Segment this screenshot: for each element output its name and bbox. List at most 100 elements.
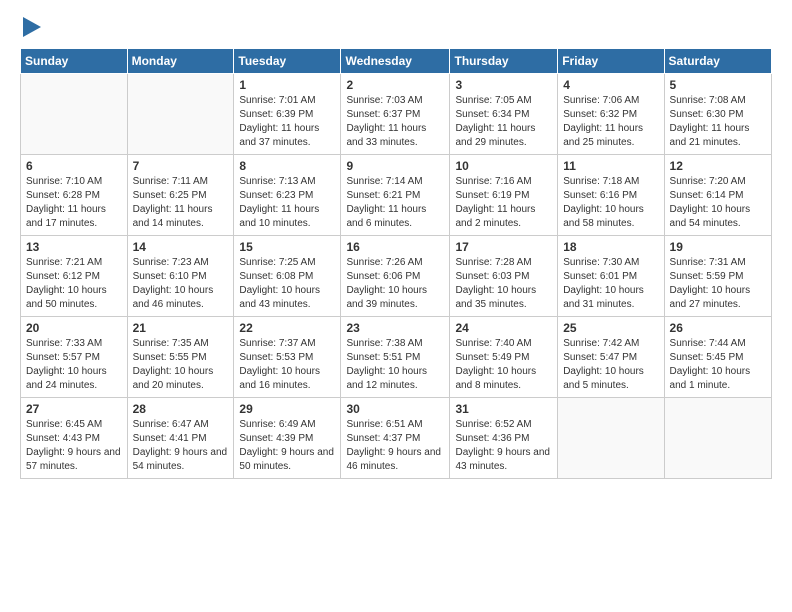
day-number: 20 bbox=[26, 321, 122, 335]
calendar-day-cell bbox=[664, 398, 771, 479]
day-number: 29 bbox=[239, 402, 335, 416]
calendar-day-header: Wednesday bbox=[341, 49, 450, 74]
day-info: Sunrise: 7:05 AM Sunset: 6:34 PM Dayligh… bbox=[455, 94, 552, 150]
logo bbox=[20, 18, 41, 42]
calendar-day-header: Monday bbox=[127, 49, 234, 74]
day-info: Sunrise: 7:20 AM Sunset: 6:14 PM Dayligh… bbox=[670, 175, 766, 231]
calendar-day-header: Tuesday bbox=[234, 49, 341, 74]
calendar-day-cell: 14 Sunrise: 7:23 AM Sunset: 6:10 PM Dayli… bbox=[127, 236, 234, 317]
calendar-day-cell: 17 Sunrise: 7:28 AM Sunset: 6:03 PM Dayli… bbox=[450, 236, 558, 317]
day-number: 10 bbox=[455, 159, 552, 173]
day-number: 7 bbox=[133, 159, 229, 173]
calendar-day-cell: 8 Sunrise: 7:13 AM Sunset: 6:23 PM Daylig… bbox=[234, 155, 341, 236]
day-info: Sunrise: 7:33 AM Sunset: 5:57 PM Dayligh… bbox=[26, 337, 122, 393]
calendar-day-cell: 22 Sunrise: 7:37 AM Sunset: 5:53 PM Dayli… bbox=[234, 317, 341, 398]
day-number: 9 bbox=[346, 159, 444, 173]
calendar-day-header: Saturday bbox=[664, 49, 771, 74]
day-info: Sunrise: 7:38 AM Sunset: 5:51 PM Dayligh… bbox=[346, 337, 444, 393]
calendar-table: SundayMondayTuesdayWednesdayThursdayFrid… bbox=[20, 48, 772, 479]
day-info: Sunrise: 7:14 AM Sunset: 6:21 PM Dayligh… bbox=[346, 175, 444, 231]
calendar-day-cell: 18Sunrise: 7:30 AM Sunset: 6:01 PM Dayli… bbox=[558, 236, 664, 317]
calendar-day-cell: 12Sunrise: 7:20 AM Sunset: 6:14 PM Dayli… bbox=[664, 155, 771, 236]
day-info: Sunrise: 7:08 AM Sunset: 6:30 PM Dayligh… bbox=[670, 94, 766, 150]
day-info: Sunrise: 7:01 AM Sunset: 6:39 PM Dayligh… bbox=[239, 94, 335, 150]
day-info: Sunrise: 7:40 AM Sunset: 5:49 PM Dayligh… bbox=[455, 337, 552, 393]
calendar-week-row: 1 Sunrise: 7:01 AM Sunset: 6:39 PM Daylig… bbox=[21, 74, 772, 155]
day-number: 5 bbox=[670, 78, 766, 92]
calendar-day-cell: 24 Sunrise: 7:40 AM Sunset: 5:49 PM Dayli… bbox=[450, 317, 558, 398]
day-number: 1 bbox=[239, 78, 335, 92]
calendar-day-header: Sunday bbox=[21, 49, 128, 74]
day-info: Sunrise: 7:23 AM Sunset: 6:10 PM Dayligh… bbox=[133, 256, 229, 312]
calendar-day-cell: 3Sunrise: 7:05 AM Sunset: 6:34 PM Daylig… bbox=[450, 74, 558, 155]
day-info: Sunrise: 7:16 AM Sunset: 6:19 PM Dayligh… bbox=[455, 175, 552, 231]
day-info: Sunrise: 7:10 AM Sunset: 6:28 PM Dayligh… bbox=[26, 175, 122, 231]
day-info: Sunrise: 7:30 AM Sunset: 6:01 PM Dayligh… bbox=[563, 256, 658, 312]
day-info: Sunrise: 7:06 AM Sunset: 6:32 PM Dayligh… bbox=[563, 94, 658, 150]
calendar-day-cell: 15 Sunrise: 7:25 AM Sunset: 6:08 PM Dayli… bbox=[234, 236, 341, 317]
calendar-day-header: Friday bbox=[558, 49, 664, 74]
day-number: 31 bbox=[455, 402, 552, 416]
calendar-day-cell: 19 Sunrise: 7:31 AM Sunset: 5:59 PM Dayli… bbox=[664, 236, 771, 317]
day-number: 24 bbox=[455, 321, 552, 335]
day-number: 25 bbox=[563, 321, 658, 335]
calendar-week-row: 27Sunrise: 6:45 AM Sunset: 4:43 PM Dayli… bbox=[21, 398, 772, 479]
day-info: Sunrise: 7:13 AM Sunset: 6:23 PM Dayligh… bbox=[239, 175, 335, 231]
calendar-week-row: 6Sunrise: 7:10 AM Sunset: 6:28 PM Daylig… bbox=[21, 155, 772, 236]
calendar-day-cell bbox=[127, 74, 234, 155]
day-number: 22 bbox=[239, 321, 335, 335]
day-info: Sunrise: 7:28 AM Sunset: 6:03 PM Dayligh… bbox=[455, 256, 552, 312]
calendar-day-cell: 16 Sunrise: 7:26 AM Sunset: 6:06 PM Dayli… bbox=[341, 236, 450, 317]
calendar-day-cell: 27Sunrise: 6:45 AM Sunset: 4:43 PM Dayli… bbox=[21, 398, 128, 479]
calendar-day-cell: 10 Sunrise: 7:16 AM Sunset: 6:19 PM Dayli… bbox=[450, 155, 558, 236]
day-info: Sunrise: 7:35 AM Sunset: 5:55 PM Dayligh… bbox=[133, 337, 229, 393]
logo-arrow-icon bbox=[20, 18, 41, 42]
day-number: 14 bbox=[133, 240, 229, 254]
day-number: 19 bbox=[670, 240, 766, 254]
day-number: 15 bbox=[239, 240, 335, 254]
day-info: Sunrise: 7:44 AM Sunset: 5:45 PM Dayligh… bbox=[670, 337, 766, 393]
calendar-day-cell: 31 Sunrise: 6:52 AM Sunset: 4:36 PM Dayli… bbox=[450, 398, 558, 479]
day-number: 23 bbox=[346, 321, 444, 335]
day-info: Sunrise: 6:52 AM Sunset: 4:36 PM Dayligh… bbox=[455, 418, 552, 474]
calendar-day-cell: 26 Sunrise: 7:44 AM Sunset: 5:45 PM Dayli… bbox=[664, 317, 771, 398]
calendar-day-cell: 4 Sunrise: 7:06 AM Sunset: 6:32 PM Daylig… bbox=[558, 74, 664, 155]
day-info: Sunrise: 7:03 AM Sunset: 6:37 PM Dayligh… bbox=[346, 94, 444, 150]
header bbox=[20, 18, 772, 42]
calendar-day-cell: 5 Sunrise: 7:08 AM Sunset: 6:30 PM Daylig… bbox=[664, 74, 771, 155]
calendar-day-cell: 9 Sunrise: 7:14 AM Sunset: 6:21 PM Daylig… bbox=[341, 155, 450, 236]
day-info: Sunrise: 7:25 AM Sunset: 6:08 PM Dayligh… bbox=[239, 256, 335, 312]
day-number: 28 bbox=[133, 402, 229, 416]
calendar-day-cell: 28 Sunrise: 6:47 AM Sunset: 4:41 PM Dayli… bbox=[127, 398, 234, 479]
calendar-day-cell: 25 Sunrise: 7:42 AM Sunset: 5:47 PM Dayli… bbox=[558, 317, 664, 398]
page: SundayMondayTuesdayWednesdayThursdayFrid… bbox=[0, 0, 792, 489]
day-info: Sunrise: 7:18 AM Sunset: 6:16 PM Dayligh… bbox=[563, 175, 658, 231]
day-info: Sunrise: 7:37 AM Sunset: 5:53 PM Dayligh… bbox=[239, 337, 335, 393]
calendar-day-cell: 30Sunrise: 6:51 AM Sunset: 4:37 PM Dayli… bbox=[341, 398, 450, 479]
day-info: Sunrise: 7:31 AM Sunset: 5:59 PM Dayligh… bbox=[670, 256, 766, 312]
logo-text-block bbox=[20, 18, 41, 42]
logo-row1 bbox=[20, 18, 41, 42]
day-number: 2 bbox=[346, 78, 444, 92]
day-number: 4 bbox=[563, 78, 658, 92]
calendar-day-cell: 7 Sunrise: 7:11 AM Sunset: 6:25 PM Daylig… bbox=[127, 155, 234, 236]
day-info: Sunrise: 7:42 AM Sunset: 5:47 PM Dayligh… bbox=[563, 337, 658, 393]
calendar-day-cell bbox=[558, 398, 664, 479]
calendar-day-cell: 29 Sunrise: 6:49 AM Sunset: 4:39 PM Dayli… bbox=[234, 398, 341, 479]
day-number: 8 bbox=[239, 159, 335, 173]
day-info: Sunrise: 7:26 AM Sunset: 6:06 PM Dayligh… bbox=[346, 256, 444, 312]
day-info: Sunrise: 6:47 AM Sunset: 4:41 PM Dayligh… bbox=[133, 418, 229, 474]
day-info: Sunrise: 7:11 AM Sunset: 6:25 PM Dayligh… bbox=[133, 175, 229, 231]
calendar-week-row: 13 Sunrise: 7:21 AM Sunset: 6:12 PM Dayli… bbox=[21, 236, 772, 317]
day-number: 16 bbox=[346, 240, 444, 254]
day-number: 17 bbox=[455, 240, 552, 254]
calendar-day-header: Thursday bbox=[450, 49, 558, 74]
day-number: 26 bbox=[670, 321, 766, 335]
day-info: Sunrise: 6:49 AM Sunset: 4:39 PM Dayligh… bbox=[239, 418, 335, 474]
day-number: 30 bbox=[346, 402, 444, 416]
day-number: 13 bbox=[26, 240, 122, 254]
calendar-week-row: 20 Sunrise: 7:33 AM Sunset: 5:57 PM Dayli… bbox=[21, 317, 772, 398]
calendar-day-cell: 13 Sunrise: 7:21 AM Sunset: 6:12 PM Dayli… bbox=[21, 236, 128, 317]
day-number: 27 bbox=[26, 402, 122, 416]
day-info: Sunrise: 7:21 AM Sunset: 6:12 PM Dayligh… bbox=[26, 256, 122, 312]
